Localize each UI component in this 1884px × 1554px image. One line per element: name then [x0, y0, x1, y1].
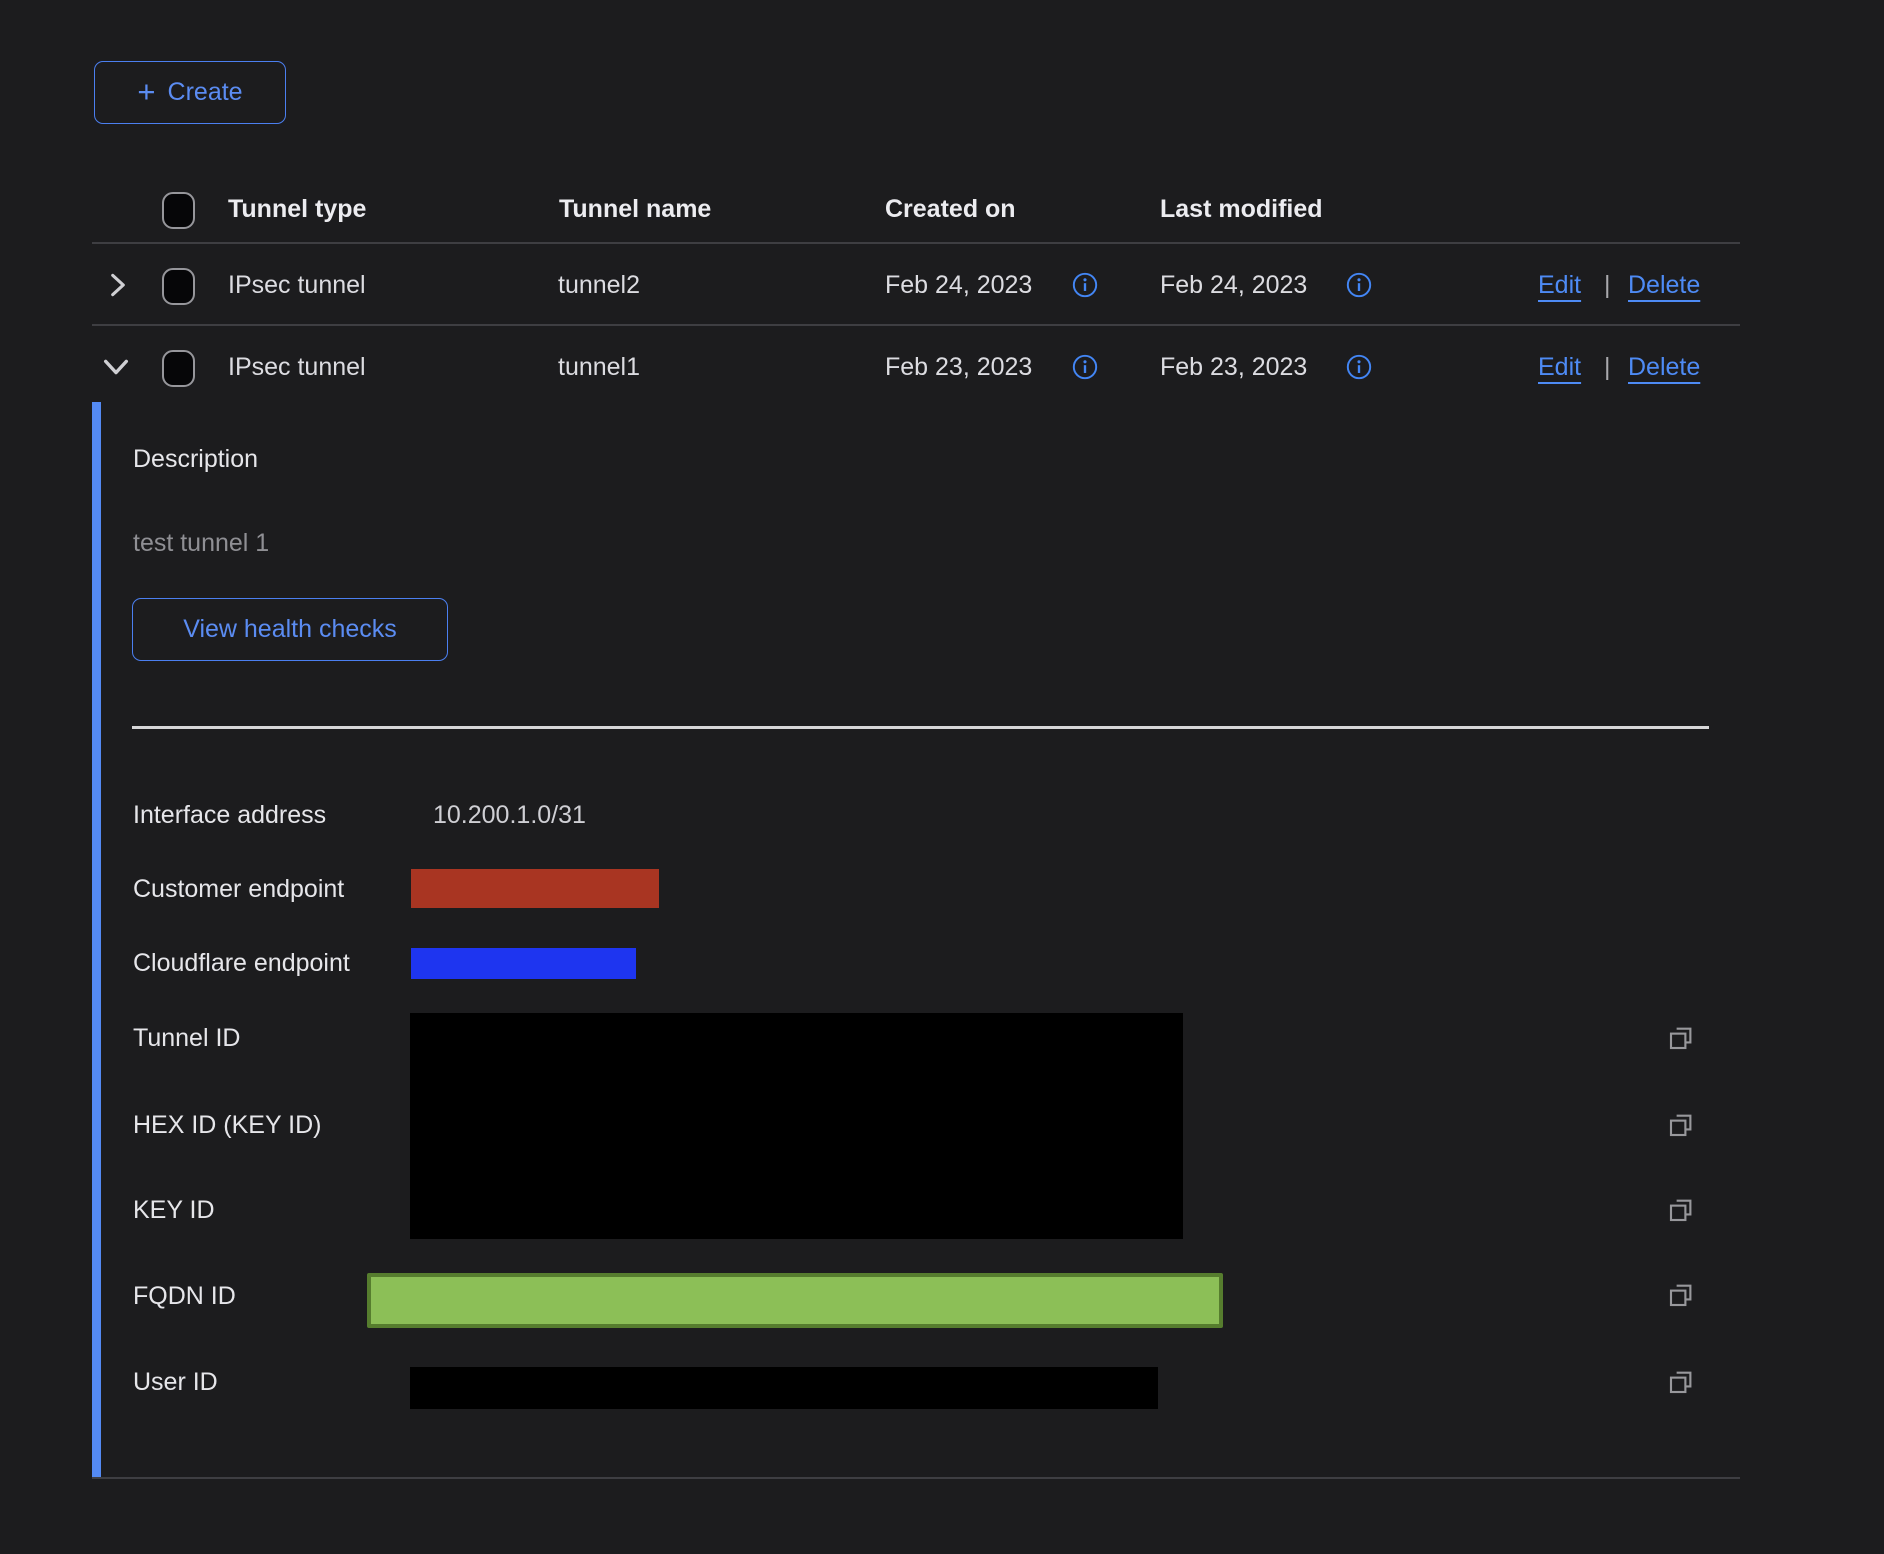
action-separator: |	[1604, 270, 1611, 300]
last-modified-cell: Feb 23, 2023	[1160, 352, 1307, 382]
last-modified-info-icon[interactable]	[1346, 354, 1372, 380]
expand-row-button[interactable]	[104, 271, 132, 299]
column-header-last-modified: Last modified	[1160, 194, 1323, 224]
copy-icon[interactable]	[1666, 1367, 1696, 1397]
tunnel-name-cell: tunnel2	[558, 270, 640, 300]
field-label-interface-address: Interface address	[133, 799, 326, 831]
field-label-key-id: KEY ID	[133, 1194, 215, 1226]
tunnels-page: + Create Tunnel type Tunnel name Created…	[0, 0, 1884, 1554]
tunnel-type-cell: IPsec tunnel	[228, 270, 366, 300]
collapse-row-button[interactable]	[101, 352, 131, 382]
copy-icon[interactable]	[1666, 1280, 1696, 1310]
copy-icon[interactable]	[1666, 1195, 1696, 1225]
row-divider	[92, 324, 1740, 326]
description-label: Description	[133, 443, 258, 475]
column-header-tunnel-name: Tunnel name	[559, 194, 711, 224]
expanded-panel-accent	[92, 402, 101, 1478]
panel-divider	[132, 726, 1709, 729]
id-block-redaction	[410, 1013, 1183, 1239]
created-on-cell: Feb 23, 2023	[885, 352, 1032, 382]
fqdn-id-redaction	[367, 1273, 1223, 1328]
action-separator: |	[1604, 352, 1611, 382]
create-button[interactable]: + Create	[94, 61, 286, 124]
copy-icon[interactable]	[1666, 1023, 1696, 1053]
cloudflare-endpoint-redaction	[411, 948, 636, 979]
select-all-checkbox[interactable]	[162, 192, 195, 229]
row-checkbox[interactable]	[162, 268, 195, 305]
delete-link[interactable]: Delete	[1628, 352, 1700, 382]
column-header-created-on: Created on	[885, 194, 1016, 224]
field-label-cloudflare-endpoint: Cloudflare endpoint	[133, 947, 350, 979]
tunnel-type-cell: IPsec tunnel	[228, 352, 366, 382]
plus-icon: +	[137, 78, 155, 106]
description-text: test tunnel 1	[133, 528, 269, 558]
last-modified-info-icon[interactable]	[1346, 272, 1372, 298]
chevron-right-icon	[104, 271, 132, 299]
view-health-checks-label: View health checks	[183, 615, 397, 644]
row-checkbox[interactable]	[162, 350, 195, 387]
created-on-info-icon[interactable]	[1072, 272, 1098, 298]
field-value-interface-address: 10.200.1.0/31	[433, 799, 586, 831]
copy-icon[interactable]	[1666, 1110, 1696, 1140]
field-label-fqdn-id: FQDN ID	[133, 1280, 236, 1312]
field-label-tunnel-id: Tunnel ID	[133, 1022, 240, 1054]
field-label-customer-endpoint: Customer endpoint	[133, 873, 344, 905]
view-health-checks-button[interactable]: View health checks	[132, 598, 448, 661]
edit-link[interactable]: Edit	[1538, 352, 1581, 382]
field-label-user-id: User ID	[133, 1366, 218, 1398]
delete-link[interactable]: Delete	[1628, 270, 1700, 300]
create-button-label: Create	[168, 78, 243, 107]
column-header-tunnel-type: Tunnel type	[228, 194, 366, 224]
expanded-row-bottom-divider	[92, 1477, 1740, 1479]
header-divider	[92, 242, 1740, 244]
field-label-hex-id: HEX ID (KEY ID)	[133, 1109, 321, 1141]
tunnel-name-cell: tunnel1	[558, 352, 640, 382]
user-id-redaction	[410, 1367, 1158, 1409]
last-modified-cell: Feb 24, 2023	[1160, 270, 1307, 300]
edit-link[interactable]: Edit	[1538, 270, 1581, 300]
chevron-down-icon	[101, 352, 131, 382]
created-on-cell: Feb 24, 2023	[885, 270, 1032, 300]
created-on-info-icon[interactable]	[1072, 354, 1098, 380]
customer-endpoint-redaction	[411, 869, 659, 908]
